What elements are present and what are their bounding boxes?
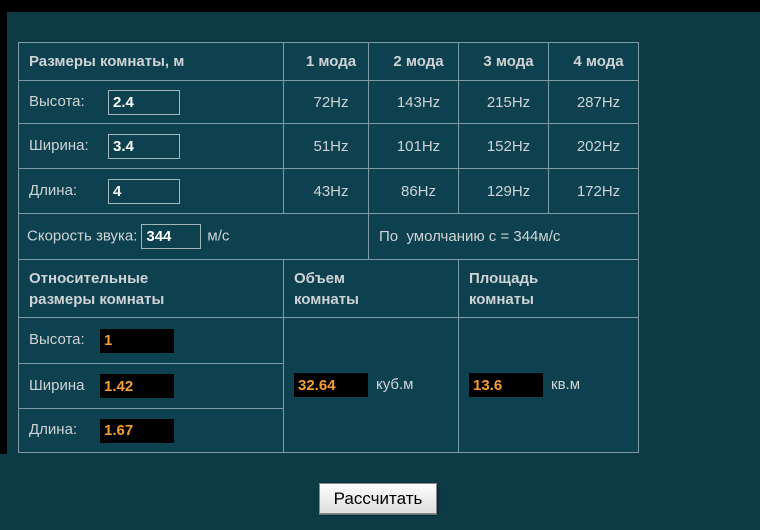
mode2-header: 2 мода — [369, 43, 459, 81]
length-row: Длина: 43Hz 86Hz 129Hz 172Hz — [19, 169, 639, 214]
width-row: Ширина: 51Hz 101Hz 152Hz 202Hz — [19, 124, 639, 169]
volume-header: Объем комнаты — [284, 260, 459, 318]
speed-default-note: По умолчанию с = 344м/с — [369, 214, 639, 260]
relative-width-value — [100, 374, 174, 398]
sound-speed-unit: м/с — [207, 227, 229, 244]
volume-value — [294, 373, 368, 397]
area-value — [469, 373, 543, 397]
relative-height-value — [100, 329, 174, 353]
length-mode3-freq: 129Hz — [459, 169, 549, 214]
sound-speed-input[interactable] — [141, 224, 201, 249]
length-mode1-freq: 43Hz — [284, 169, 369, 214]
calculate-button[interactable]: Рассчитать — [319, 483, 437, 514]
relative-height-cell: Высота: — [19, 318, 284, 364]
height-mode1-freq: 72Hz — [284, 81, 369, 124]
area-cell: кв.м — [459, 318, 639, 453]
area-header: Площадь комнаты — [459, 260, 639, 318]
width-label: Ширина: — [29, 137, 108, 154]
height-label: Высота: — [29, 93, 108, 110]
width-mode4-freq: 202Hz — [549, 124, 639, 169]
mode3-header: 3 мода — [459, 43, 549, 81]
top-edge-bar — [0, 0, 760, 12]
height-cell: Высота: — [19, 81, 284, 124]
length-label: Длина: — [29, 182, 108, 199]
length-mode4-freq: 172Hz — [549, 169, 639, 214]
height-input[interactable] — [108, 90, 180, 115]
sound-speed-row: Скорость звука: м/с По умолчанию с = 344м… — [19, 214, 639, 260]
modes-header-row: Размеры комнаты, м 1 мода 2 мода 3 мода … — [19, 43, 639, 81]
volume-cell: куб.м — [284, 318, 459, 453]
relative-sizes-header: Относительные размеры комнаты — [19, 260, 284, 318]
height-mode3-freq: 215Hz — [459, 81, 549, 124]
relative-width-label: Ширина — [29, 377, 100, 394]
width-mode3-freq: 152Hz — [459, 124, 549, 169]
height-mode4-freq: 287Hz — [549, 81, 639, 124]
sound-speed-label: Скорость звука: — [27, 227, 137, 244]
relative-header-row: Относительные размеры комнаты Объем комн… — [19, 260, 639, 318]
relative-length-label: Длина: — [29, 421, 100, 438]
length-cell: Длина: — [19, 169, 284, 214]
relative-length-cell: Длина: — [19, 409, 284, 453]
volume-unit: куб.м — [376, 376, 413, 393]
height-row: Высота: 72Hz 143Hz 215Hz 287Hz — [19, 81, 639, 124]
width-cell: Ширина: — [19, 124, 284, 169]
room-mode-calculator-table: Размеры комнаты, м 1 мода 2 мода 3 мода … — [18, 42, 639, 453]
width-input[interactable] — [108, 134, 180, 159]
length-input[interactable] — [108, 179, 180, 204]
relative-height-row: Высота: куб.м кв.м — [19, 318, 639, 364]
width-mode2-freq: 101Hz — [369, 124, 459, 169]
sound-speed-cell: Скорость звука: м/с — [19, 214, 369, 260]
relative-length-value — [100, 419, 174, 443]
left-edge-bar — [0, 12, 7, 454]
room-sizes-title: Размеры комнаты, м — [19, 43, 284, 81]
relative-width-cell: Ширина — [19, 364, 284, 409]
mode1-header: 1 мода — [284, 43, 369, 81]
area-unit: кв.м — [551, 376, 580, 393]
relative-height-label: Высота: — [29, 331, 100, 348]
height-mode2-freq: 143Hz — [369, 81, 459, 124]
length-mode2-freq: 86Hz — [369, 169, 459, 214]
width-mode1-freq: 51Hz — [284, 124, 369, 169]
mode4-header: 4 мода — [549, 43, 639, 81]
